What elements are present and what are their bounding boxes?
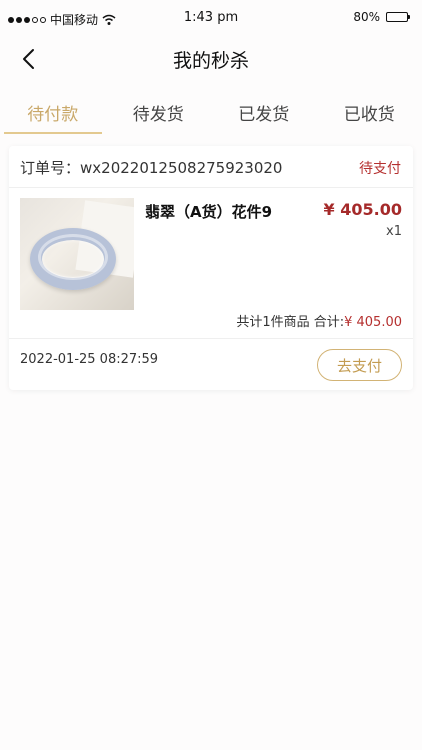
product-quantity: x1 xyxy=(386,224,402,239)
screen: 中国移动 1:43 pm 80% 我的秒杀 待付款 待发货 已发货 已收货 订单… xyxy=(0,0,422,750)
status-bar: 中国移动 1:43 pm 80% xyxy=(0,0,422,36)
page-title: 我的秒杀 xyxy=(172,50,249,72)
battery-icon xyxy=(386,12,410,22)
tab-pending-payment[interactable]: 待付款 xyxy=(0,86,106,134)
product-name[interactable]: 翡翠（A货）花件9 xyxy=(145,201,272,222)
tab-pending-shipment[interactable]: 待发货 xyxy=(106,86,212,134)
summary-label: 共计1件商品 合计: xyxy=(236,315,345,330)
nav-header: 我的秒杀 xyxy=(0,36,422,82)
order-time: 2022-01-25 08:27:59 xyxy=(20,352,159,367)
product-price: ¥ 405.00 xyxy=(323,200,402,219)
order-number: 订单号：wx2022012508275923020 xyxy=(20,159,283,177)
tab-received[interactable]: 已收货 xyxy=(317,86,422,134)
order-header: 订单号：wx2022012508275923020 待支付 xyxy=(9,146,413,188)
order-status: 待支付 xyxy=(359,161,401,177)
tab-shipped[interactable]: 已发货 xyxy=(211,86,317,134)
product-image[interactable] xyxy=(20,198,134,310)
order-card[interactable]: 订单号：wx2022012508275923020 待支付 翡翠（A货）花件9 … xyxy=(9,146,413,390)
order-summary: 共计1件商品 合计:¥ 405.00 xyxy=(236,311,402,330)
order-tabs: 待付款 待发货 已发货 已收货 xyxy=(0,86,422,134)
order-footer: 2022-01-25 08:27:59 去支付 xyxy=(9,338,413,390)
status-right: 80% xyxy=(353,10,410,24)
summary-amount: ¥ 405.00 xyxy=(344,315,402,330)
pay-button[interactable]: 去支付 xyxy=(317,349,402,381)
battery-percent: 80% xyxy=(353,10,380,24)
